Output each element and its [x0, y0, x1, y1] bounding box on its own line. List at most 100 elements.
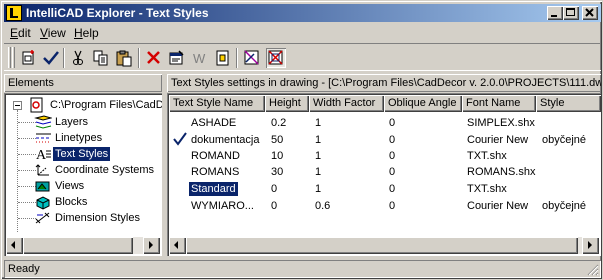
cell-width-factor: 0.6	[315, 200, 331, 212]
scroll-left-button[interactable]	[169, 237, 186, 254]
cell-height: 0	[271, 200, 278, 212]
tree-item-label: Layers	[55, 116, 89, 128]
cell-style: obyčejné	[542, 200, 587, 212]
tree-item-label: Text Styles	[51, 146, 112, 162]
blocks-icon	[34, 194, 50, 210]
list-view-button[interactable]	[266, 48, 286, 68]
cell-oblique-angle: 0	[389, 183, 396, 195]
collapse-toggle-icon[interactable]	[13, 101, 22, 110]
title-bar[interactable]: IntelliCAD Explorer - Text Styles	[4, 4, 601, 22]
elements-panel-header: Elements	[4, 74, 162, 92]
drawing-file-icon	[29, 97, 45, 113]
scroll-right-button[interactable]	[143, 237, 160, 254]
properties-button[interactable]	[167, 48, 187, 68]
text-styles-table[interactable]: Text Style Name Height Width Factor Obli…	[167, 93, 601, 256]
maximize-button[interactable]	[563, 6, 579, 20]
arrow-right-icon	[588, 241, 592, 249]
current-style-check-icon	[173, 132, 187, 146]
scroll-thumb[interactable]	[23, 237, 133, 254]
column-header-name[interactable]: Text Style Name	[169, 95, 265, 112]
scroll-right-button[interactable]	[582, 237, 599, 254]
minimize-button[interactable]	[547, 6, 563, 20]
column-header-style[interactable]: Style	[536, 95, 601, 112]
tree-item-label: Coordinate Systems	[55, 164, 155, 176]
toolbar: W	[4, 43, 601, 71]
cell-name: dokumentacja	[191, 134, 260, 146]
table-horizontal-scrollbar[interactable]	[169, 237, 599, 254]
column-header-oblique-angle[interactable]: Oblique Angle	[384, 95, 462, 112]
cell-width-factor: 1	[315, 166, 322, 178]
column-header-font-name[interactable]: Font Name	[462, 95, 536, 112]
scroll-left-button[interactable]	[6, 237, 23, 254]
column-header-width-factor[interactable]: Width Factor	[309, 95, 384, 112]
arrow-right-icon	[149, 241, 153, 249]
regen-button[interactable]	[213, 48, 233, 68]
tree-item-label: Linetypes	[55, 132, 103, 144]
tree-item-label: Dimension Styles	[55, 212, 140, 224]
copy-button[interactable]	[91, 48, 111, 68]
cell-width-factor: 1	[315, 134, 322, 146]
paste-button[interactable]	[114, 48, 134, 68]
menu-help-label: elp	[82, 26, 99, 40]
views-icon	[34, 178, 50, 194]
status-text: Ready	[4, 260, 601, 278]
cell-name: ASHADE	[191, 117, 237, 129]
cell-name: WYMIARO...	[191, 200, 254, 212]
cell-height: 30	[271, 166, 284, 178]
menu-help-hotkey: H	[74, 26, 83, 40]
toolbar-separator	[138, 48, 140, 68]
text-styles-panel: Text Styles settings in drawing - [C:\Pr…	[167, 74, 601, 256]
cell-name: ROMANS	[191, 166, 240, 178]
cell-width-factor: 1	[315, 117, 322, 129]
cell-width-factor: 1	[315, 183, 322, 195]
new-item-icon	[22, 50, 34, 65]
elements-panel: Elements C:\Program Files\CadDecor v. 2.…	[4, 74, 162, 256]
cut-button[interactable]	[68, 48, 88, 68]
column-header-height[interactable]: Height	[265, 95, 309, 112]
toolbar-separator	[236, 48, 238, 68]
purge-button[interactable]: W	[190, 48, 210, 68]
set-current-button[interactable]	[41, 48, 61, 68]
cell-font-name: TXT.shx	[467, 150, 507, 162]
text-style-icon: A	[34, 146, 51, 163]
scroll-thumb[interactable]	[186, 237, 578, 254]
cell-style: obyčejné	[542, 134, 587, 146]
new-item-button[interactable]	[19, 48, 39, 68]
menu-view[interactable]: View	[40, 26, 66, 40]
tree-horizontal-scrollbar[interactable]	[6, 237, 160, 254]
window-title: IntelliCAD Explorer - Text Styles	[26, 6, 209, 20]
toolbar-grip[interactable]	[8, 47, 11, 68]
cell-height: 0	[271, 183, 278, 195]
menu-view-label: iew	[47, 26, 66, 40]
cell-oblique-angle: 0	[389, 150, 396, 162]
regen-icon	[216, 50, 229, 66]
arrow-left-icon	[174, 241, 178, 249]
maximize-icon	[566, 8, 575, 16]
tree-root-label: C:\Program Files\CadDecor v. 2.0.0\PROJE…	[50, 99, 162, 111]
cell-height: 50	[271, 134, 284, 146]
text-styles-panel-header: Text Styles settings in drawing - [C:\Pr…	[167, 74, 601, 92]
svg-text:A: A	[36, 148, 47, 162]
details-view-button[interactable]	[242, 48, 262, 68]
intellicad-app-icon[interactable]	[6, 5, 22, 21]
menu-edit[interactable]: Edit	[10, 26, 31, 40]
tree-root-item[interactable]: C:\Program Files\CadDecor v. 2.0.0\PROJE…	[4, 97, 162, 113]
cell-oblique-angle: 0	[389, 200, 396, 212]
delete-x-icon	[147, 51, 160, 64]
menu-edit-label: dit	[18, 26, 31, 40]
cell-font-name: Courier New	[467, 134, 529, 146]
menu-help[interactable]: Help	[74, 26, 99, 40]
ucs-icon	[34, 162, 50, 178]
close-button[interactable]	[582, 6, 598, 20]
cell-oblique-angle: 0	[389, 166, 396, 178]
toolbar-separator	[63, 48, 65, 68]
delete-button[interactable]	[144, 48, 164, 68]
svg-text:W: W	[193, 51, 206, 66]
cell-oblique-angle: 0	[389, 134, 396, 146]
elements-tree[interactable]: C:\Program Files\CadDecor v. 2.0.0\PROJE…	[4, 93, 162, 256]
resize-grip-icon[interactable]	[587, 264, 599, 276]
list-view-icon	[268, 50, 283, 65]
status-bar: Ready	[4, 260, 601, 278]
toolbar-grip-2[interactable]	[12, 47, 15, 68]
cell-width-factor: 1	[315, 150, 322, 162]
